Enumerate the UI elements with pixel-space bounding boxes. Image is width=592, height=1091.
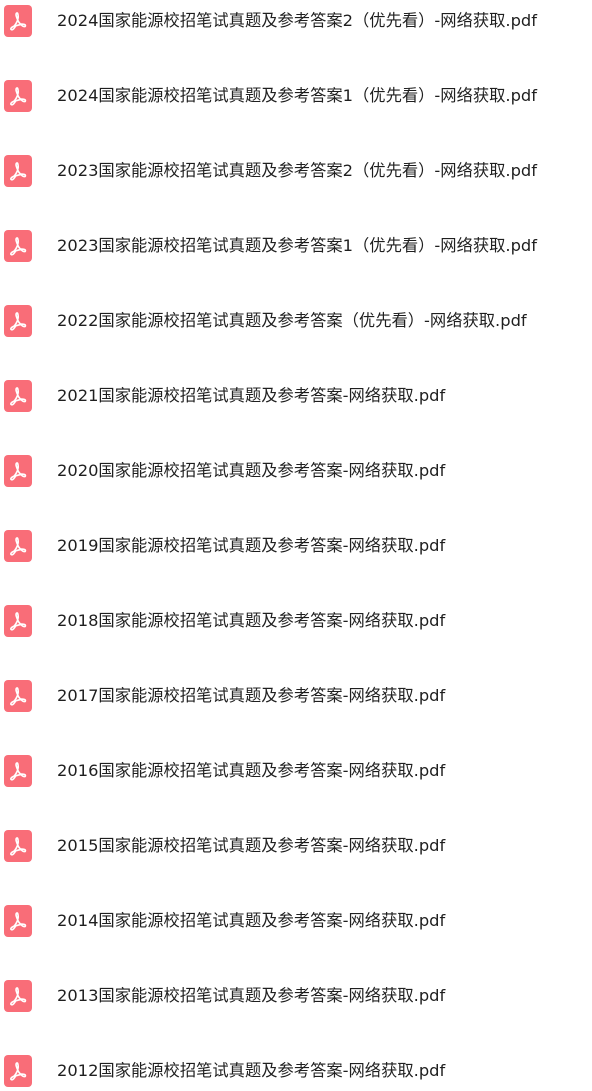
pdf-file-icon <box>4 830 32 862</box>
file-name: 2020国家能源校招笔试真题及参考答案-网络获取.pdf <box>57 461 446 480</box>
file-item[interactable]: 2016国家能源校招笔试真题及参考答案-网络获取.pdf <box>0 751 592 791</box>
file-name: 2015国家能源校招笔试真题及参考答案-网络获取.pdf <box>57 836 446 855</box>
file-item[interactable]: 2017国家能源校招笔试真题及参考答案-网络获取.pdf <box>0 676 592 716</box>
pdf-file-icon <box>4 80 32 112</box>
pdf-file-icon <box>4 980 32 1012</box>
file-item[interactable]: 2022国家能源校招笔试真题及参考答案（优先看）-网络获取.pdf <box>0 301 592 341</box>
file-item[interactable]: 2015国家能源校招笔试真题及参考答案-网络获取.pdf <box>0 826 592 866</box>
pdf-file-icon <box>4 605 32 637</box>
file-item[interactable]: 2012国家能源校招笔试真题及参考答案-网络获取.pdf <box>0 1051 592 1091</box>
file-name: 2018国家能源校招笔试真题及参考答案-网络获取.pdf <box>57 611 446 630</box>
file-name: 2019国家能源校招笔试真题及参考答案-网络获取.pdf <box>57 536 446 555</box>
file-name: 2016国家能源校招笔试真题及参考答案-网络获取.pdf <box>57 761 446 780</box>
pdf-file-icon <box>4 530 32 562</box>
pdf-file-icon <box>4 755 32 787</box>
pdf-file-icon <box>4 305 32 337</box>
file-item[interactable]: 2023国家能源校招笔试真题及参考答案2（优先看）-网络获取.pdf <box>0 151 592 191</box>
file-name: 2024国家能源校招笔试真题及参考答案2（优先看）-网络获取.pdf <box>57 11 537 30</box>
file-name: 2022国家能源校招笔试真题及参考答案（优先看）-网络获取.pdf <box>57 311 527 330</box>
pdf-file-icon <box>4 905 32 937</box>
pdf-file-icon <box>4 1055 32 1087</box>
file-name: 2021国家能源校招笔试真题及参考答案-网络获取.pdf <box>57 386 446 405</box>
pdf-file-icon <box>4 455 32 487</box>
file-name: 2024国家能源校招笔试真题及参考答案1（优先看）-网络获取.pdf <box>57 86 537 105</box>
pdf-file-icon <box>4 155 32 187</box>
file-item[interactable]: 2019国家能源校招笔试真题及参考答案-网络获取.pdf <box>0 526 592 566</box>
file-item[interactable]: 2023国家能源校招笔试真题及参考答案1（优先看）-网络获取.pdf <box>0 226 592 266</box>
file-name: 2017国家能源校招笔试真题及参考答案-网络获取.pdf <box>57 686 446 705</box>
file-name: 2023国家能源校招笔试真题及参考答案2（优先看）-网络获取.pdf <box>57 161 537 180</box>
pdf-file-icon <box>4 680 32 712</box>
file-item[interactable]: 2024国家能源校招笔试真题及参考答案1（优先看）-网络获取.pdf <box>0 76 592 116</box>
file-item[interactable]: 2013国家能源校招笔试真题及参考答案-网络获取.pdf <box>0 976 592 1016</box>
file-name: 2013国家能源校招笔试真题及参考答案-网络获取.pdf <box>57 986 446 1005</box>
file-name: 2014国家能源校招笔试真题及参考答案-网络获取.pdf <box>57 911 446 930</box>
pdf-file-icon <box>4 380 32 412</box>
file-name: 2012国家能源校招笔试真题及参考答案-网络获取.pdf <box>57 1061 446 1080</box>
file-name: 2023国家能源校招笔试真题及参考答案1（优先看）-网络获取.pdf <box>57 236 537 255</box>
file-item[interactable]: 2020国家能源校招笔试真题及参考答案-网络获取.pdf <box>0 451 592 491</box>
file-item[interactable]: 2014国家能源校招笔试真题及参考答案-网络获取.pdf <box>0 901 592 941</box>
file-item[interactable]: 2021国家能源校招笔试真题及参考答案-网络获取.pdf <box>0 376 592 416</box>
file-item[interactable]: 2018国家能源校招笔试真题及参考答案-网络获取.pdf <box>0 601 592 641</box>
file-item[interactable]: 2024国家能源校招笔试真题及参考答案2（优先看）-网络获取.pdf <box>0 1 592 41</box>
pdf-file-icon <box>4 5 32 37</box>
file-list: 2024国家能源校招笔试真题及参考答案2（优先看）-网络获取.pdf 2024国… <box>0 0 592 1090</box>
pdf-file-icon <box>4 230 32 262</box>
